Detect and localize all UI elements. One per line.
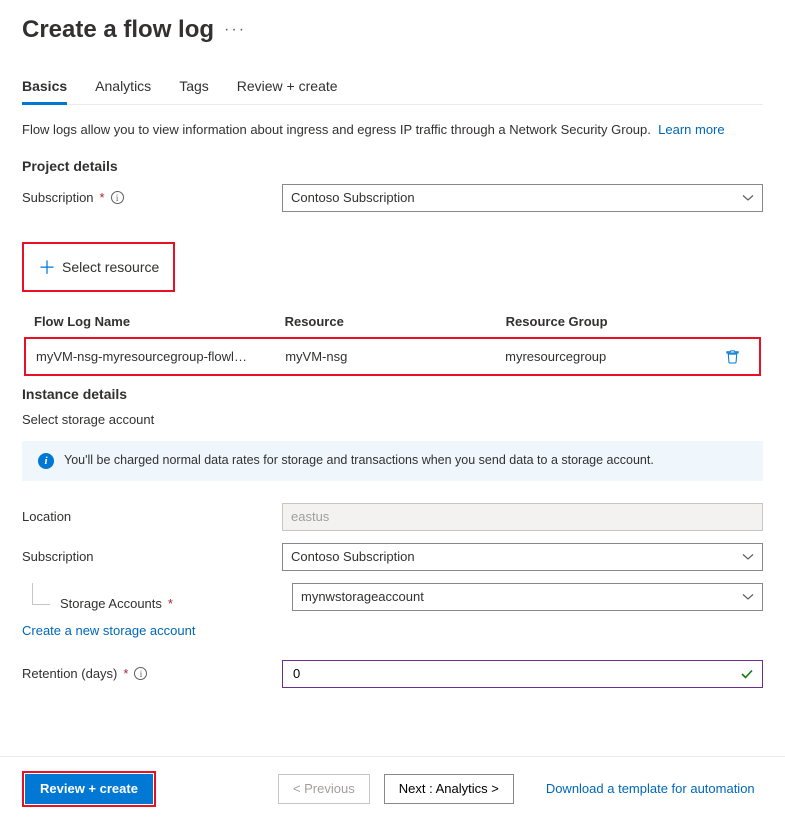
review-create-highlight: Review + create [22, 771, 156, 807]
location-field: eastus [282, 503, 763, 531]
retention-input[interactable] [291, 661, 734, 687]
required-indicator: * [168, 596, 173, 611]
more-icon[interactable]: ··· [224, 21, 246, 39]
create-storage-link[interactable]: Create a new storage account [22, 623, 195, 638]
next-button[interactable]: Next : Analytics > [384, 774, 514, 804]
previous-button: < Previous [278, 774, 370, 804]
tab-bar: Basics Analytics Tags Review + create [22, 72, 763, 105]
storage-info-banner: i You'll be charged normal data rates fo… [22, 441, 763, 481]
col-resource-group: Resource Group [496, 306, 717, 337]
chevron-down-icon [742, 192, 754, 204]
delete-icon[interactable] [725, 349, 749, 364]
storage-subscription-select[interactable]: Contoso Subscription [282, 543, 763, 571]
storage-account-value: mynwstorageaccount [301, 589, 424, 604]
intro-text: Flow logs allow you to view information … [22, 121, 763, 140]
tab-tags[interactable]: Tags [179, 72, 209, 104]
info-icon[interactable]: i [134, 667, 147, 680]
cell-resource-group: myresourcegroup [495, 339, 715, 374]
subscription-label: Subscription * i [22, 190, 282, 205]
tree-connector [32, 583, 50, 605]
intro-body: Flow logs allow you to view information … [22, 122, 651, 137]
tab-review-create[interactable]: Review + create [237, 72, 338, 104]
storage-account-select[interactable]: mynwstorageaccount [292, 583, 763, 611]
required-indicator: * [100, 190, 105, 205]
wizard-footer: Review + create < Previous Next : Analyt… [0, 756, 785, 821]
location-value: eastus [291, 509, 329, 524]
select-resource-button[interactable]: ＋ Select resource [22, 242, 175, 292]
info-icon: i [38, 453, 54, 469]
instance-details-heading: Instance details [22, 386, 763, 402]
download-template-link[interactable]: Download a template for automation [546, 781, 755, 796]
page-title: Create a flow log [22, 16, 214, 44]
page-header: Create a flow log ··· [22, 16, 763, 44]
resource-table: Flow Log Name Resource Resource Group [24, 306, 761, 337]
chevron-down-icon [742, 591, 754, 603]
col-flowlog-name: Flow Log Name [24, 306, 275, 337]
cell-flowlog-name: myVM-nsg-myresourcegroup-flowl… [26, 339, 275, 374]
tab-analytics[interactable]: Analytics [95, 72, 151, 104]
select-resource-label: Select resource [62, 259, 159, 275]
learn-more-link[interactable]: Learn more [658, 122, 724, 137]
required-indicator: * [123, 666, 128, 681]
info-icon[interactable]: i [111, 191, 124, 204]
plus-icon: ＋ [38, 254, 54, 280]
subscription-select[interactable]: Contoso Subscription [282, 184, 763, 212]
table-row: myVM-nsg-myresourcegroup-flowl… myVM-nsg… [26, 339, 759, 374]
cell-resource: myVM-nsg [275, 339, 495, 374]
storage-subscription-value: Contoso Subscription [291, 549, 415, 564]
col-resource: Resource [275, 306, 496, 337]
chevron-down-icon [742, 551, 754, 563]
storage-subtitle: Select storage account [22, 412, 763, 427]
retention-label: Retention (days) * i [22, 666, 282, 681]
storage-account-label: Storage Accounts * [60, 596, 292, 611]
checkmark-icon [740, 667, 754, 681]
review-create-button[interactable]: Review + create [25, 774, 153, 804]
storage-subscription-label: Subscription [22, 549, 282, 564]
project-details-heading: Project details [22, 158, 763, 174]
retention-input-wrapper [282, 660, 763, 688]
location-label: Location [22, 509, 282, 524]
banner-text: You'll be charged normal data rates for … [64, 453, 654, 467]
subscription-value: Contoso Subscription [291, 190, 415, 205]
tab-basics[interactable]: Basics [22, 72, 67, 104]
